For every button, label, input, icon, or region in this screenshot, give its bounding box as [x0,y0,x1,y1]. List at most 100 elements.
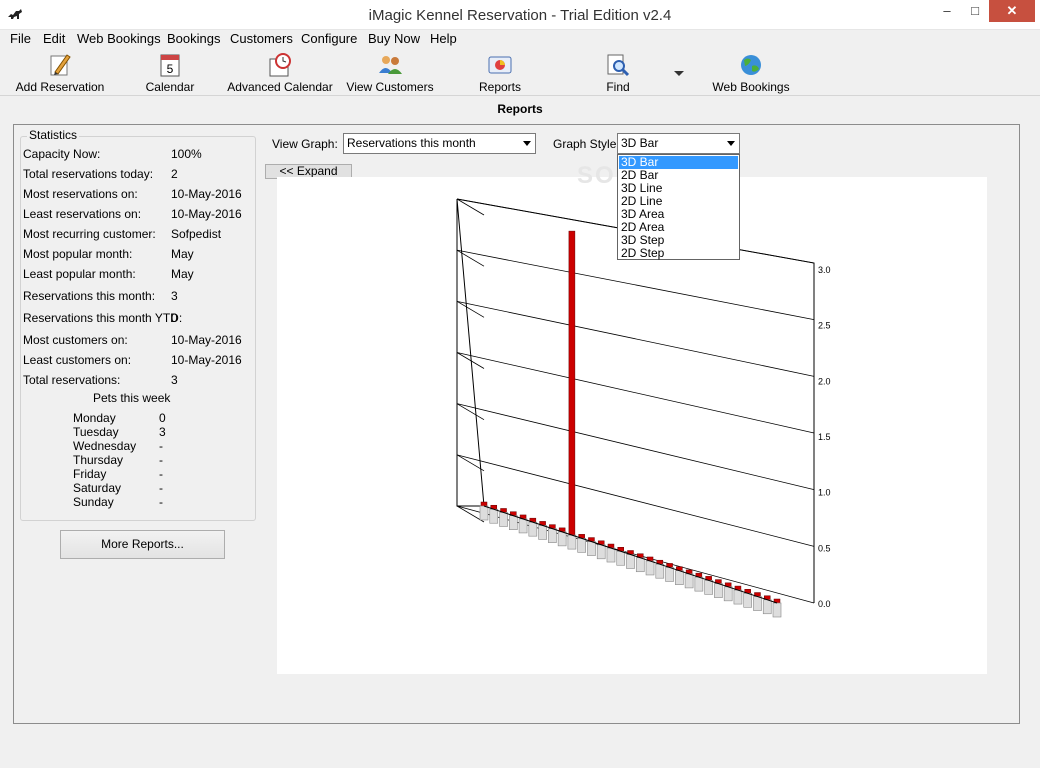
pencil-icon [50,54,71,76]
calendar-button[interactable]: 5 Calendar [140,52,200,94]
chart-bar [568,230,576,536]
close-button[interactable]: ✕ [989,0,1035,22]
web-bookings-button[interactable]: Web Bookings [710,52,792,94]
bar-base [606,547,616,563]
y-tick-label: 1.5 [818,432,831,442]
grid-line [456,300,815,377]
y-tick-label: 3.0 [818,265,831,275]
minimize-button[interactable]: – [933,0,961,22]
bar-base [772,602,782,618]
bar-base [548,528,557,543]
graph-style-option[interactable]: 2D Step [619,247,738,260]
stat-value: 10-May-2016 [171,353,242,367]
clock-calendar-icon [269,53,291,77]
bar-base [714,583,723,598]
pets-day: Sunday [73,495,114,509]
stat-value: 10-May-2016 [171,187,242,201]
pie-chart-icon [488,56,512,74]
bar-base [479,505,489,521]
stat-value: May [171,267,194,281]
bar-base [645,560,655,576]
y-tick-label: 1.0 [818,488,831,498]
calendar-icon: 5 [160,54,180,77]
find-button[interactable]: Find [598,52,638,94]
stat-value: 10-May-2016 [171,207,242,221]
toolbar: Add Reservation 5 Calendar Advanced Cale… [0,48,1040,96]
advanced-calendar-label: Advanced Calendar [227,80,333,94]
bar-base [528,521,538,537]
svg-text:5: 5 [167,62,174,76]
find-dropdown-button[interactable] [672,66,686,76]
stat-label: Reservations this month YTD: [23,311,183,325]
chevron-down-icon [727,141,735,146]
view-customers-button[interactable]: View Customers [344,52,436,94]
y-tick-label: 2.5 [818,321,831,331]
pets-count: - [159,453,163,467]
bar-base [635,557,645,573]
stat-label: Least popular month: [23,267,136,281]
chevron-down-icon [523,141,531,146]
menu-customers[interactable]: Customers [230,31,293,46]
left-wall [456,198,485,507]
bar-base [733,589,743,605]
menu-web-bookings[interactable]: Web Bookings [77,31,161,46]
floor-edge [483,505,778,604]
bar-base [704,580,713,595]
web-bookings-label: Web Bookings [712,80,790,94]
menu-file[interactable]: File [10,31,31,46]
graph-style-dropdown: 3D Bar 2D Bar 3D Line 2D Line 3D Area 2D… [617,154,740,260]
stat-label: Least customers on: [23,353,132,367]
window-title: iMagic Kennel Reservation - Trial Editio… [368,7,672,24]
menu-buy-now[interactable]: Buy Now [368,31,420,46]
bar-base [538,525,547,540]
bar-base [753,596,762,611]
y-tick-label: 0.5 [818,543,831,553]
bar-base [626,554,635,569]
stat-value: 3 [171,289,178,303]
bar-base [684,573,694,589]
grid-line [456,352,815,434]
y-tick-label: 0.0 [818,599,831,609]
pets-week-title: Pets this week [93,391,171,405]
globe-icon [741,55,761,75]
statistics-legend: Statistics [27,128,80,142]
stat-label: Least reservations on: [23,207,142,221]
add-reservation-button[interactable]: Add Reservation [14,52,106,94]
bar-base [743,592,753,608]
bar-base [577,538,586,553]
stat-value: 3 [171,373,178,387]
menu-configure[interactable]: Configure [301,31,357,46]
graph-style-value: 3D Bar [621,136,659,150]
pets-count: 3 [159,425,166,439]
menu-bookings[interactable]: Bookings [167,31,220,46]
stat-value: May [171,247,194,261]
stat-value: 0 [171,311,178,325]
bar-base [567,534,577,550]
menu-help[interactable]: Help [430,31,457,46]
graph-style-label: Graph Style: [553,137,620,151]
menu-edit[interactable]: Edit [43,31,65,46]
more-reports-button[interactable]: More Reports... [60,530,225,559]
bar-base [499,512,508,527]
view-graph-label: View Graph: [272,137,338,151]
bar-base [694,576,704,592]
bar-base [616,550,626,566]
advanced-calendar-button[interactable]: Advanced Calendar [226,52,334,94]
bar-base [655,563,665,579]
add-reservation-label: Add Reservation [15,80,105,94]
reports-button[interactable]: Reports [474,52,526,94]
bar-base [762,599,772,615]
stat-label: Reservations this month: [23,289,156,303]
y-tick-label: 2.0 [818,376,831,386]
stat-label: Most customers on: [23,333,128,347]
stat-label: Most reservations on: [23,187,138,201]
stat-value: Sofpedist [171,227,222,241]
bar-base [557,531,567,547]
pets-day: Monday [73,411,116,425]
stat-value: 100% [171,147,202,161]
stat-value: 2 [171,167,178,181]
maximize-button[interactable]: □ [961,0,989,22]
view-graph-select[interactable]: Reservations this month [343,133,536,154]
graph-style-select[interactable]: 3D Bar [617,133,740,154]
users-icon [379,56,402,74]
